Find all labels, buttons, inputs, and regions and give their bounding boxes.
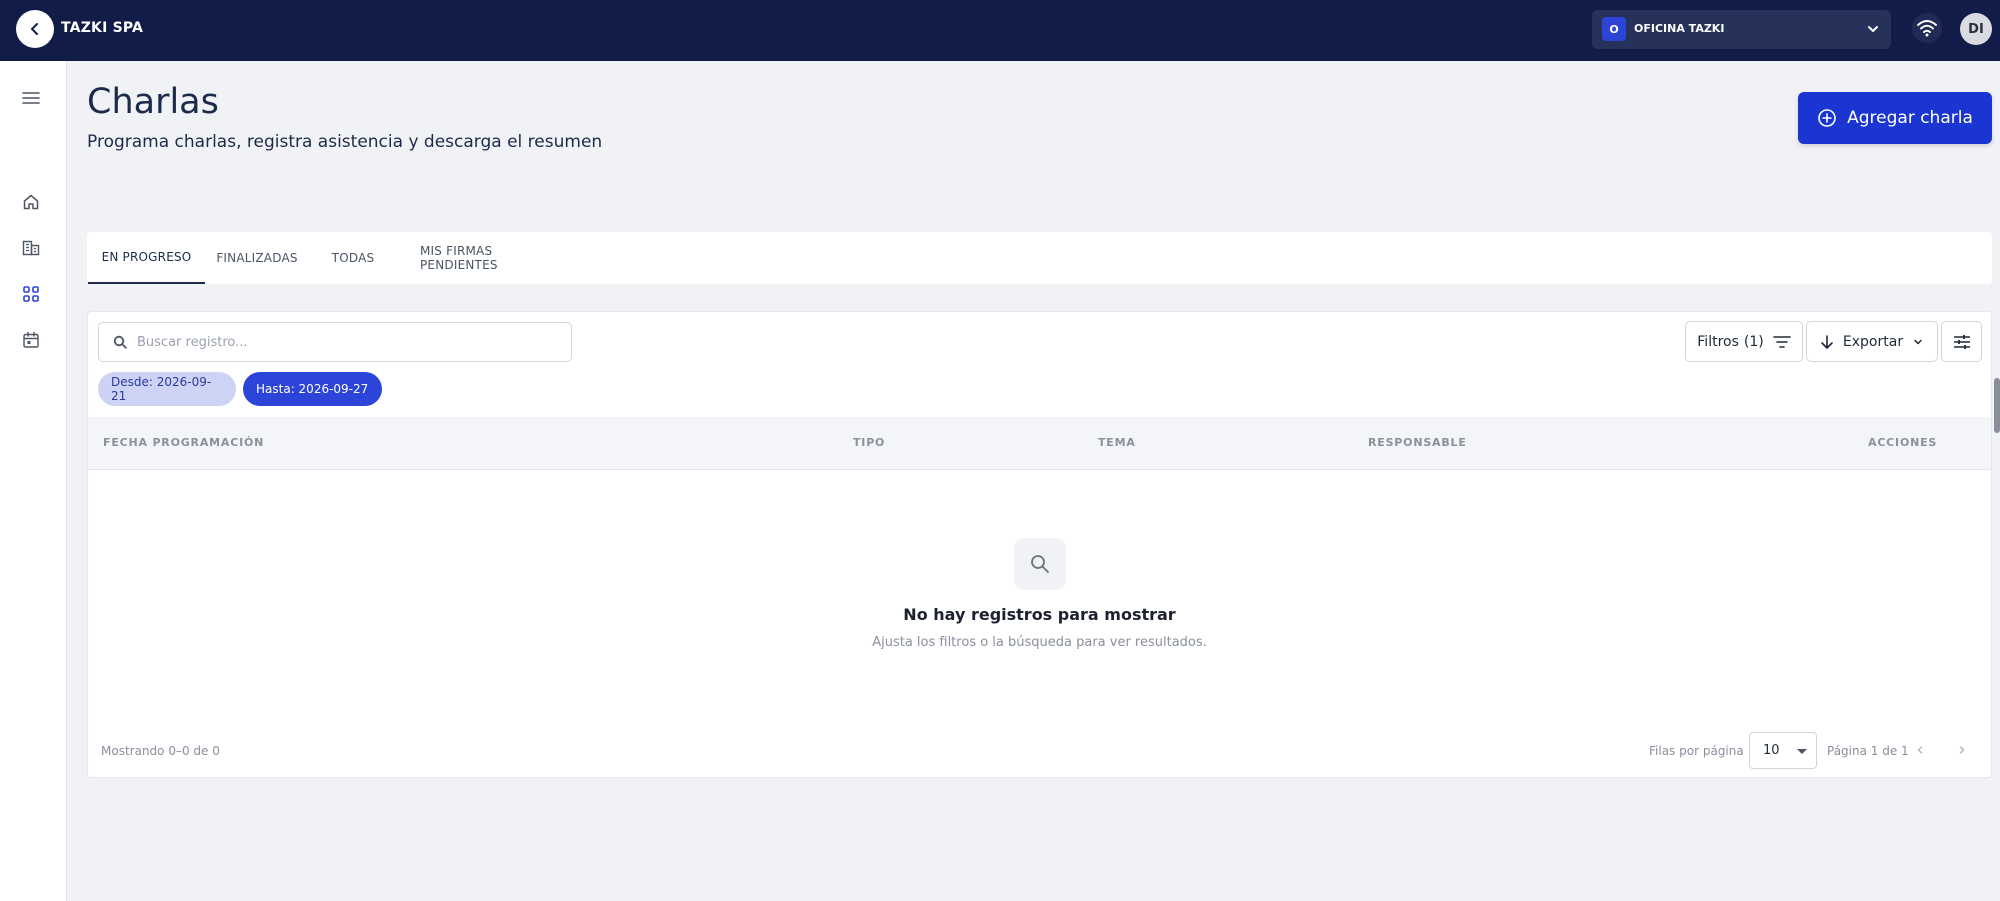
search-input[interactable] (137, 334, 537, 350)
empty-state-icon-box (1014, 538, 1066, 590)
rows-per-page-value: 10 (1763, 743, 1780, 758)
rows-per-page-label: Filas por página (1649, 744, 1744, 758)
plus-circle-icon (1818, 109, 1836, 127)
next-page-button[interactable] (1949, 737, 1975, 763)
tabs-bar: EN PROGRESO FINALIZADAS TODAS MIS FIRMAS… (87, 232, 1992, 284)
records-count: Mostrando 0–0 de 0 (101, 744, 220, 758)
sliders-icon (1953, 334, 1970, 349)
search-icon (1031, 555, 1049, 573)
add-talk-label: Agregar charla (1847, 108, 1973, 128)
chevron-left-icon (1917, 746, 1923, 754)
filter-chip-from[interactable]: Desde: 2026-09-21 (98, 372, 236, 406)
search-box (98, 322, 572, 362)
tab-todas[interactable]: TODAS (319, 232, 387, 284)
menu-toggle-button[interactable] (20, 87, 42, 109)
column-header-fecha[interactable]: FECHA PROGRAMACIÓN (103, 436, 264, 449)
top-bar: TAZKI SPA O OFICINA TAZKI DI (0, 0, 2000, 61)
sidebar-item-buildings[interactable] (20, 237, 42, 259)
empty-state-title: No hay registros para mostrar (903, 605, 1176, 624)
export-label: Exportar (1842, 333, 1904, 350)
building-icon (22, 240, 40, 256)
column-header-responsable[interactable]: RESPONSABLE (1368, 436, 1467, 449)
table-header: FECHA PROGRAMACIÓN TIPO TEMA RESPONSABLE… (88, 417, 1991, 470)
company-name: TAZKI SPA (61, 20, 144, 36)
filters-count: (1) (1743, 333, 1764, 350)
previous-page-button[interactable] (1907, 737, 1933, 763)
page-indicator: Página 1 de 1 (1827, 744, 1909, 758)
filters-label: Filtros (1697, 333, 1739, 350)
wifi-icon (1917, 20, 1937, 37)
user-avatar[interactable]: DI (1960, 13, 1992, 45)
column-header-acciones: ACCIONES (1868, 436, 1938, 449)
chevron-down-icon (1914, 339, 1922, 344)
sidebar-item-modules[interactable] (20, 283, 42, 305)
tab-mis-firmas-pendientes[interactable]: MIS FIRMAS PENDIENTES (420, 232, 570, 284)
scrollbar-thumb[interactable] (1994, 378, 2000, 433)
arrow-down-icon (1821, 334, 1833, 349)
column-header-tipo[interactable]: TIPO (853, 436, 885, 449)
filter-lines-icon (1772, 335, 1791, 348)
empty-state-subtitle: Ajusta los filtros o la búsqueda para ve… (872, 635, 1207, 650)
chevron-right-icon (1959, 746, 1965, 754)
caret-down-icon (1797, 749, 1807, 754)
column-settings-button[interactable] (1941, 321, 1982, 362)
tab-en-progreso[interactable]: EN PROGRESO (88, 232, 205, 284)
grid-icon (23, 286, 39, 302)
column-header-tema[interactable]: TEMA (1098, 436, 1136, 449)
filters-button[interactable]: Filtros (1) (1685, 321, 1803, 362)
records-card: Desde: 2026-09-21 Hasta: 2026-09-27 Filt… (87, 311, 1992, 778)
page-subtitle: Programa charlas, registra asistencia y … (87, 132, 603, 152)
office-name: OFICINA TAZKI (1634, 22, 1725, 35)
home-icon (23, 194, 39, 210)
export-button[interactable]: Exportar (1806, 321, 1938, 362)
search-icon (113, 335, 127, 349)
calendar-icon (23, 331, 39, 348)
sidebar-item-calendar[interactable] (20, 329, 42, 351)
tab-finalizadas[interactable]: FINALIZADAS (207, 232, 307, 284)
chevron-down-icon (1868, 26, 1878, 32)
back-button[interactable] (16, 10, 54, 48)
office-badge: O (1602, 17, 1626, 41)
filter-chip-to[interactable]: Hasta: 2026-09-27 (243, 372, 382, 406)
sidebar (0, 61, 67, 901)
page-title: Charlas (87, 82, 219, 122)
rows-per-page-select[interactable]: 10 (1749, 732, 1817, 769)
menu-icon (22, 92, 40, 104)
sidebar-item-home[interactable] (20, 191, 42, 213)
chevron-left-icon (31, 23, 38, 35)
office-selector[interactable]: O OFICINA TAZKI (1592, 10, 1891, 49)
connection-status-button[interactable] (1912, 13, 1942, 43)
add-talk-button[interactable]: Agregar charla (1798, 92, 1992, 144)
